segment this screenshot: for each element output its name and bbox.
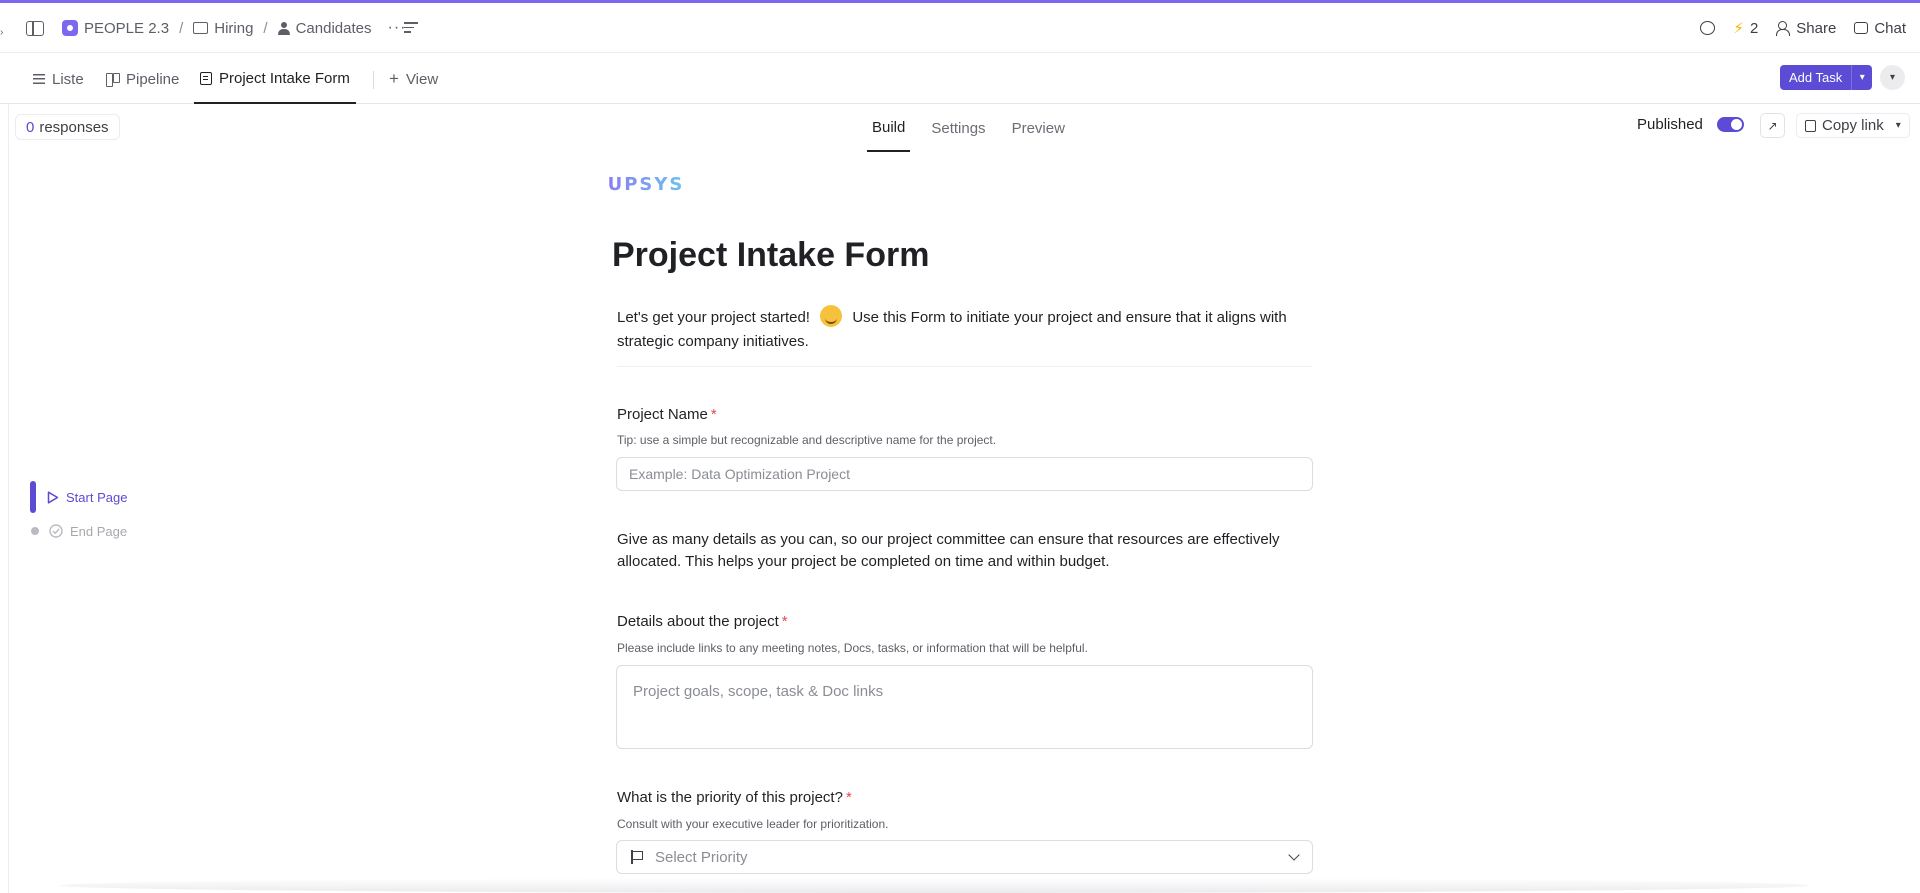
select-placeholder: Select Priority <box>655 848 748 866</box>
party-face-emoji-icon <box>820 305 843 327</box>
share-label: Share <box>1796 19 1837 37</box>
page-item-start[interactable]: Start Page <box>30 481 128 513</box>
chevron-down-icon <box>1288 849 1300 861</box>
ai-assistant-icon[interactable] <box>1700 21 1716 35</box>
copy-link-label: Copy link <box>1822 117 1884 134</box>
topbar-actions: ⚡ 2 Share Chat <box>1700 3 1906 53</box>
form-logo[interactable]: UPSYS <box>608 152 683 216</box>
tab-label: Project Intake Form <box>219 69 350 87</box>
top-bar: › PEOPLE 2.3 / Hiring / Candidates ··· ⚡… <box>0 3 1920 53</box>
tab-settings[interactable]: Settings <box>926 104 990 152</box>
chat-icon <box>1854 22 1869 34</box>
published-toggle[interactable] <box>1716 117 1744 132</box>
published-toggle-group: Published <box>1637 116 1744 133</box>
folder-icon <box>193 22 209 34</box>
divider <box>373 71 374 89</box>
responses-count: 0 <box>26 118 35 136</box>
collapsed-sidebar-edge-icon[interactable]: › <box>0 27 4 38</box>
left-panel-border <box>8 104 9 893</box>
flag-icon <box>631 850 643 864</box>
space-avatar-icon <box>62 20 78 36</box>
project-name-label: Project Name * <box>617 406 717 423</box>
chevron-down-icon[interactable]: ▾ <box>1852 65 1872 90</box>
form-description[interactable]: Let's get your project started! Use this… <box>617 305 1317 354</box>
textarea-placeholder: Project goals, scope, task & Doc links <box>633 683 884 700</box>
field-label-text: What is the priority of this project? <box>617 789 843 806</box>
active-indicator <box>30 481 36 513</box>
tab-preview[interactable]: Preview <box>1007 104 1070 152</box>
automations-count: 2 <box>1749 19 1759 37</box>
sidebar-toggle-icon[interactable] <box>26 21 44 36</box>
breadcrumb-list[interactable]: Candidates <box>296 20 372 37</box>
page-label: End Page <box>70 523 128 539</box>
input-placeholder: Example: Data Optimization Project <box>629 466 850 482</box>
play-icon <box>47 490 59 504</box>
add-task-label[interactable]: Add Task <box>1780 65 1853 90</box>
form-pages-nav: Start Page End Page <box>30 481 128 546</box>
inactive-indicator <box>31 527 39 535</box>
details-tip: Please include links to any meeting note… <box>617 641 1088 655</box>
tab-label: Liste <box>52 70 84 88</box>
bottom-shadow <box>60 878 1810 893</box>
breadcrumb: PEOPLE 2.3 / Hiring / Candidates ··· <box>62 3 406 53</box>
share-button[interactable]: Share <box>1776 20 1836 37</box>
responses-badge[interactable]: 0 responses <box>15 114 120 140</box>
details-textarea[interactable]: Project goals, scope, task & Doc links <box>616 665 1313 749</box>
field-label-text: Details about the project <box>617 613 779 630</box>
project-name-tip: Tip: use a simple but recognizable and d… <box>617 433 997 447</box>
priority-tip: Consult with your executive leader for p… <box>617 817 889 831</box>
tab-label: Pipeline <box>126 70 180 88</box>
details-label: Details about the project * <box>617 613 788 630</box>
add-task-button[interactable]: Add Task ▾ <box>1780 65 1873 90</box>
list-details-icon[interactable] <box>404 22 418 34</box>
priority-select[interactable]: Select Priority <box>616 840 1313 874</box>
copy-icon <box>1805 119 1816 132</box>
views-bar: Liste Pipeline Project Intake Form + Vie… <box>0 54 1920 104</box>
chevron-down-icon[interactable]: ▾ <box>1896 120 1901 131</box>
breadcrumb-folder[interactable]: Hiring <box>214 20 253 37</box>
automations-button[interactable]: ⚡ 2 <box>1733 19 1759 38</box>
collapse-chevron-icon[interactable]: ▾ <box>1880 65 1905 90</box>
board-icon <box>106 73 120 87</box>
divider <box>617 366 1312 367</box>
breadcrumb-separator: / <box>179 19 184 37</box>
add-view-button[interactable]: + View <box>389 54 438 104</box>
required-marker: * <box>781 613 788 630</box>
form-icon <box>200 71 212 85</box>
form-title[interactable]: Project Intake Form <box>612 236 929 275</box>
person-icon <box>277 21 290 35</box>
responses-label: responses <box>39 118 109 136</box>
copy-link-button[interactable]: Copy link ▾ <box>1796 113 1910 138</box>
add-view-label: View <box>405 70 439 88</box>
intro-text-1: Let's get your project started! <box>617 309 810 326</box>
breadcrumb-space[interactable]: PEOPLE 2.3 <box>84 20 169 37</box>
form-mode-tabs: Build Settings Preview <box>867 104 1086 152</box>
tab-pipeline[interactable]: Pipeline <box>106 54 179 104</box>
page-label: Start Page <box>66 489 128 505</box>
priority-label: What is the priority of this project? * <box>617 789 852 806</box>
list-icon <box>33 74 45 84</box>
project-name-input[interactable]: Example: Data Optimization Project <box>616 457 1313 491</box>
required-marker: * <box>710 406 717 423</box>
share-icon <box>1776 21 1791 36</box>
breadcrumb-separator: / <box>263 19 268 37</box>
open-external-icon[interactable]: ↗ <box>1760 113 1785 138</box>
lightning-icon: ⚡ <box>1733 20 1744 37</box>
field-label-text: Project Name <box>617 406 708 423</box>
details-paragraph[interactable]: Give as many details as you can, so our … <box>617 529 1317 573</box>
chat-label: Chat <box>1874 19 1906 37</box>
tab-liste[interactable]: Liste <box>33 54 84 104</box>
published-label: Published <box>1637 116 1703 133</box>
page-item-end[interactable]: End Page <box>30 516 127 546</box>
chat-button[interactable]: Chat <box>1854 20 1906 37</box>
tab-project-intake-form[interactable]: Project Intake Form <box>194 54 356 104</box>
required-marker: * <box>845 789 852 806</box>
logo-text: UPSYS <box>607 173 685 195</box>
tab-build[interactable]: Build <box>867 104 911 152</box>
check-circle-icon <box>49 524 63 538</box>
plus-icon: + <box>389 69 399 88</box>
